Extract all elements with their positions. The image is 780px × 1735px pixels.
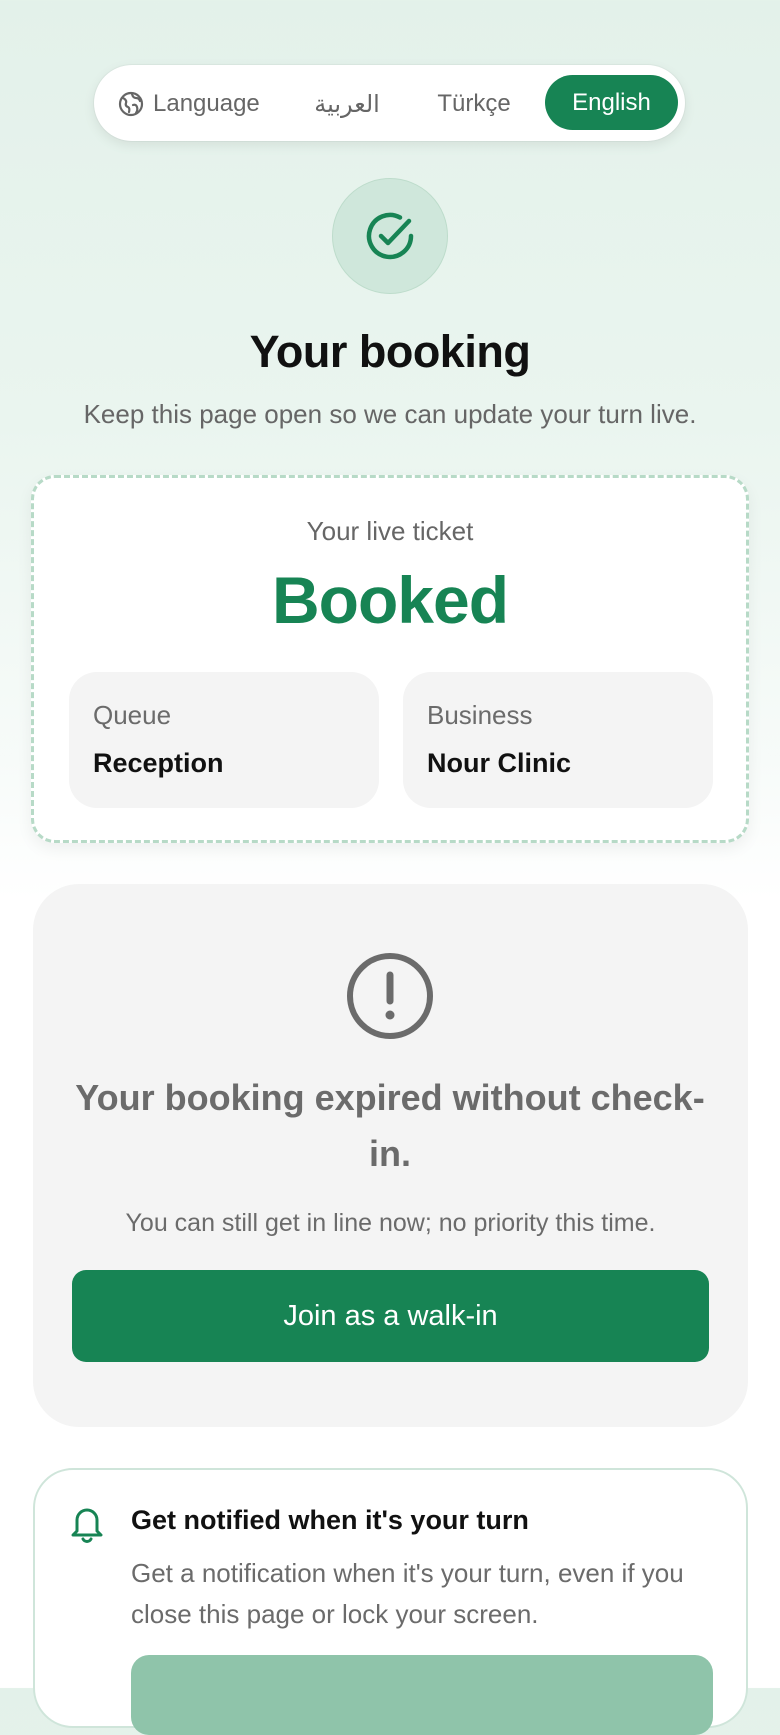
queue-info-box: Queue Reception (69, 672, 379, 808)
business-info-box: Business Nour Clinic (403, 672, 713, 808)
check-circle-icon (366, 212, 414, 260)
expired-description: You can still get in line now; no priori… (125, 1209, 656, 1237)
queue-label: Queue (93, 700, 172, 730)
language-option-turkish[interactable]: Türkçe (424, 82, 524, 126)
language-label-text: Language (153, 90, 260, 117)
expired-title: Your booking expired without check-in. (75, 1077, 705, 1174)
ticket-status: Booked (271, 563, 509, 637)
language-option-arabic[interactable]: العربية (300, 82, 394, 126)
notify-description: Get a notification when it's your turn, … (131, 1558, 684, 1629)
page-subtitle: Keep this page open so we can update you… (83, 399, 697, 429)
language-label: Language (118, 84, 260, 124)
language-option-english[interactable]: English (545, 75, 678, 130)
join-walk-in-button[interactable]: Join as a walk-in (72, 1270, 709, 1362)
page-title: Your booking (249, 326, 531, 377)
bell-icon (71, 1508, 103, 1543)
alert-circle-icon (347, 953, 433, 1039)
business-value: Nour Clinic (427, 748, 572, 778)
enable-notifications-button[interactable] (131, 1655, 713, 1735)
ticket-label: Your live ticket (306, 516, 474, 546)
globe-icon (118, 91, 144, 117)
queue-value: Reception (93, 748, 224, 778)
notify-title: Get notified when it's your turn (131, 1505, 529, 1535)
check-circle-badge (332, 178, 448, 294)
business-label: Business (427, 700, 533, 730)
